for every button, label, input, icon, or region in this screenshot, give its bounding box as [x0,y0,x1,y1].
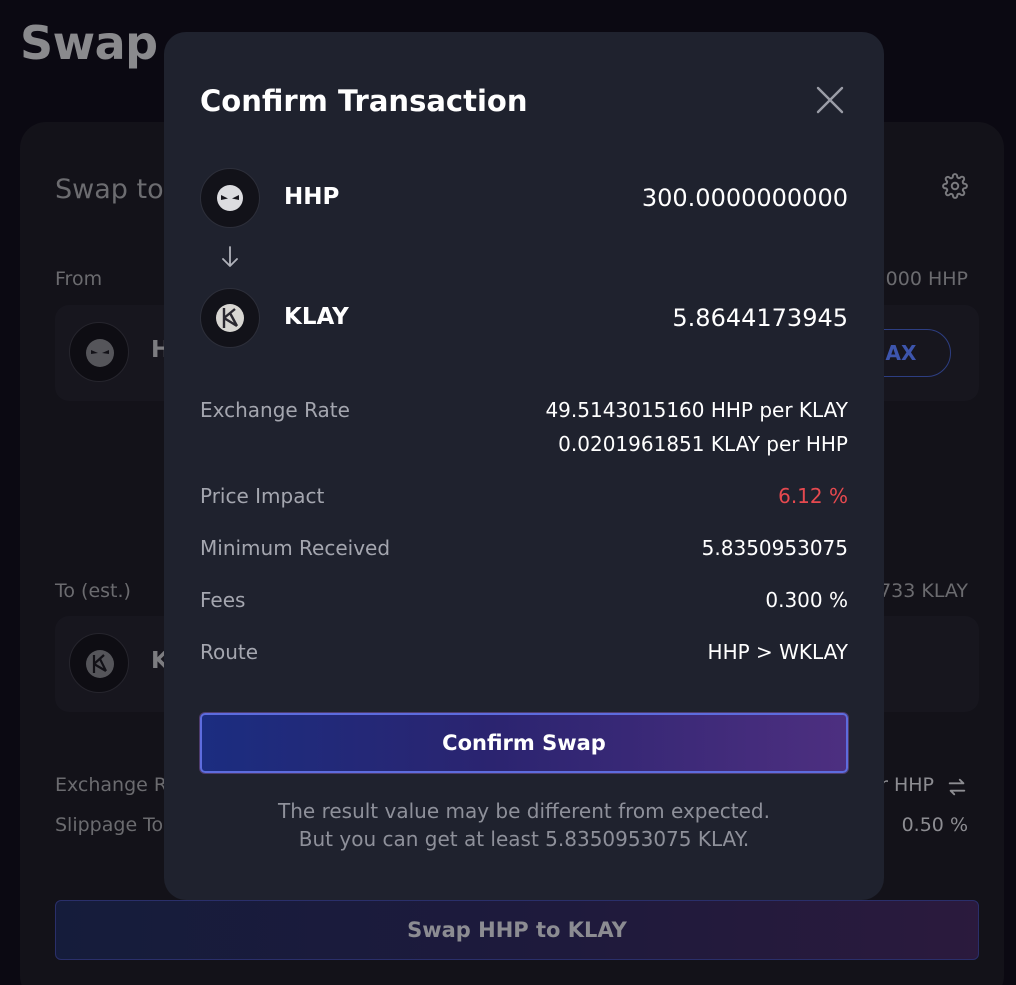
minimum-received-label: Minimum Received [200,536,391,560]
klay-token-icon [69,633,129,693]
to-token-amount: 5.8644173945 [672,304,848,332]
gear-icon[interactable] [942,173,968,199]
modal-title: Confirm Transaction [200,84,528,118]
to-token-symbol: KLAY [284,304,349,330]
fees-label: Fees [200,588,246,612]
minimum-received-value: 5.8350953075 [701,536,848,560]
page-title: Swap [20,16,158,70]
exchange-rate-line2: 0.0201961851 KLAY per HHP [558,432,848,456]
swap-button[interactable]: Swap HHP to KLAY [55,900,979,960]
close-icon[interactable] [812,82,848,118]
klay-token-icon [200,288,260,348]
hhp-token-icon [200,168,260,228]
route-label: Route [200,640,259,664]
to-token-row: KLAY 5.8644173945 [200,288,848,348]
price-impact-value: 6.12 % [778,484,848,508]
slippage-label: Slippage To [55,814,164,836]
price-impact-label: Price Impact [200,484,325,508]
hhp-token-icon [69,322,129,382]
confirm-swap-button[interactable]: Confirm Swap [200,713,848,773]
confirm-transaction-modal: Confirm Transaction HHP 300.0000000000 K… [164,32,884,900]
to-balance: 733 KLAY [879,580,968,602]
route-value: HHP > WKLAY [707,640,848,664]
slippage-value: 0.50 % [901,814,968,836]
exchange-rate-label: Exchange R [55,774,168,796]
from-balance: 000 HHP [885,268,968,290]
fees-value: 0.300 % [765,588,848,612]
exchange-rate-value: r HHP [880,774,934,796]
result-note-line2: But you can get at least 5.8350953075 KL… [298,827,750,851]
from-label: From [55,268,103,290]
swap-arrows-icon[interactable] [946,776,968,798]
swap-page: Swap Swap to From 000 HHP H MAX To (est.… [0,0,1016,985]
from-token-row: HHP 300.0000000000 [200,168,848,228]
exchange-rate-label: Exchange Rate [200,398,350,422]
exchange-rate-line1: 49.5143015160 HHP per KLAY [545,398,848,422]
card-heading: Swap to [55,174,164,205]
from-token-amount: 300.0000000000 [641,184,848,212]
arrow-down-icon [222,246,238,267]
to-label: To (est.) [55,580,131,602]
result-note-line1: The result value may be different from e… [278,799,770,823]
from-token-symbol: HHP [284,184,340,210]
